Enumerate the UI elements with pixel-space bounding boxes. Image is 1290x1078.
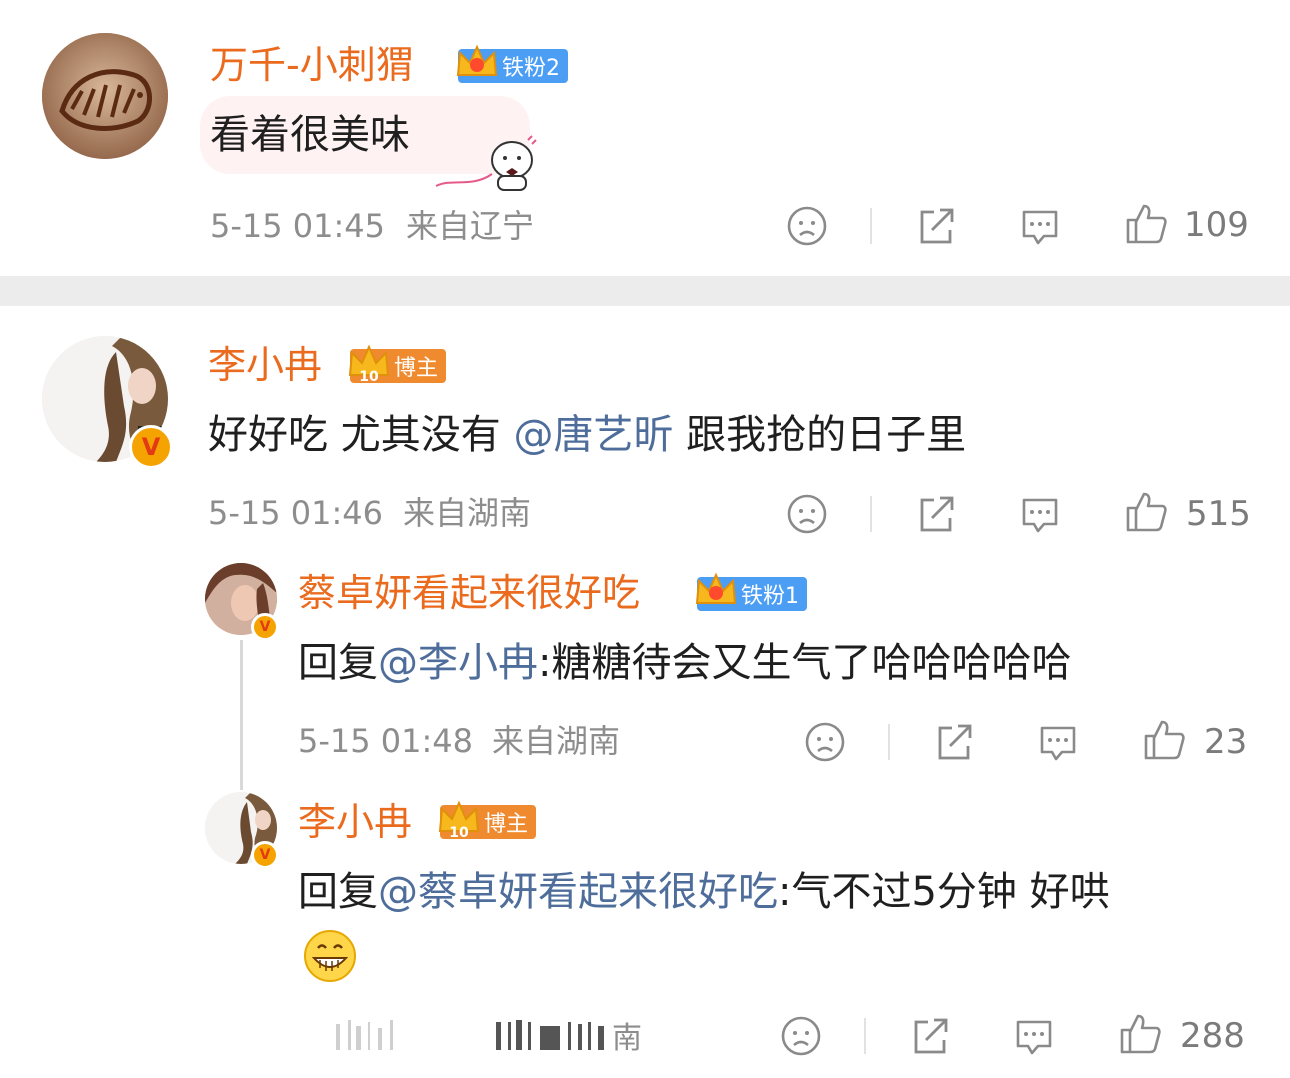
comment-text: 好好吃 尤其没有 @唐艺昕 跟我抢的日子里 xyxy=(208,415,966,455)
sad-face-icon[interactable] xyxy=(785,204,829,248)
location: 来自辽宁 xyxy=(406,207,535,245)
svg-text:10: 10 xyxy=(359,369,379,385)
sad-face-icon[interactable] xyxy=(785,492,829,536)
badge-label: 铁粉1 xyxy=(741,584,799,609)
thumbs-up-icon[interactable] xyxy=(1124,202,1168,246)
like-count: 515 xyxy=(1186,494,1251,534)
section-separator xyxy=(0,276,1290,306)
location: 来自湖南 xyxy=(403,494,532,532)
like-count: 23 xyxy=(1204,722,1248,762)
thumbs-up-icon[interactable] xyxy=(1118,1012,1162,1056)
comment-icon[interactable] xyxy=(1012,1014,1056,1058)
divider xyxy=(870,496,872,532)
thumbs-up-icon[interactable] xyxy=(1142,718,1186,762)
badge-label: 博主 xyxy=(394,356,439,381)
crown-icon xyxy=(695,572,737,604)
crown-icon: 10 xyxy=(438,800,480,841)
reply-text: 回复@李小冉:糖糖待会又生气了哈哈哈哈哈 xyxy=(298,643,1071,683)
comment-icon[interactable] xyxy=(1036,720,1080,764)
share-icon[interactable] xyxy=(932,720,976,764)
verified-badge: V xyxy=(251,613,279,641)
divider xyxy=(888,724,890,760)
reply-body: :糖糖待会又生气了哈哈哈哈哈 xyxy=(538,640,1072,686)
share-icon[interactable] xyxy=(914,204,958,248)
mention-link[interactable]: @唐艺昕 xyxy=(513,412,673,458)
crown-icon: 10 xyxy=(348,344,390,385)
fan-badge[interactable]: 铁粉1 xyxy=(695,572,807,611)
reply-body: :气不过5分钟 好哄 xyxy=(778,869,1110,915)
location: 来自湖南 xyxy=(492,722,621,760)
reply-thread-line xyxy=(240,640,243,790)
verified-badge: V xyxy=(129,425,173,469)
svg-text:南: 南 xyxy=(612,1021,642,1056)
crown-icon xyxy=(456,44,498,76)
badge-label: 铁粉2 xyxy=(502,56,560,81)
comment-text-after: 跟我抢的日子里 xyxy=(686,412,967,458)
username[interactable]: 李小冉 xyxy=(208,346,322,384)
divider xyxy=(864,1018,866,1054)
svg-text:10: 10 xyxy=(449,825,469,841)
sad-face-icon[interactable] xyxy=(779,1014,823,1058)
share-icon[interactable] xyxy=(908,1014,952,1058)
username[interactable]: 万千-小刺猬 xyxy=(210,46,414,84)
comment-text: 看着很美味 xyxy=(210,112,410,158)
comment-text-before: 好好吃 尤其没有 xyxy=(208,412,501,458)
reply-text: 回复@蔡卓妍看起来很好吃:气不过5分钟 好哄 xyxy=(298,872,1110,912)
blogger-badge[interactable]: 10 博主 xyxy=(438,800,537,841)
like-count: 288 xyxy=(1180,1016,1245,1056)
username[interactable]: 蔡卓妍看起来很好吃 xyxy=(298,574,640,612)
grin-emoji xyxy=(304,930,356,982)
username[interactable]: 李小冉 xyxy=(298,803,412,841)
avatar[interactable] xyxy=(42,33,168,159)
like-count: 109 xyxy=(1184,205,1249,245)
thumbs-up-icon[interactable] xyxy=(1124,490,1168,534)
sad-face-icon[interactable] xyxy=(803,720,847,764)
divider xyxy=(870,208,872,244)
comment-icon[interactable] xyxy=(1018,204,1062,248)
share-icon[interactable] xyxy=(914,492,958,536)
mention-link[interactable]: @李小冉 xyxy=(378,640,538,686)
badge-label: 博主 xyxy=(484,812,529,837)
verified-badge: V xyxy=(251,841,279,869)
fan-badge[interactable]: 铁粉2 xyxy=(456,44,568,83)
barcode-watermark-icon: 南 xyxy=(296,1012,656,1060)
bear-sticker-icon xyxy=(435,135,537,191)
timestamp: 5-15 01:45 xyxy=(210,207,386,245)
timestamp: 5-15 01:48 xyxy=(298,722,474,760)
blogger-badge[interactable]: 10 博主 xyxy=(348,344,447,385)
reply-prefix: 回复 xyxy=(298,640,378,686)
mention-link[interactable]: @蔡卓妍看起来很好吃 xyxy=(378,869,778,915)
timestamp: 5-15 01:46 xyxy=(208,494,384,532)
reply-prefix: 回复 xyxy=(298,869,378,915)
hedgehog-drawing-icon xyxy=(42,33,168,159)
comment-icon[interactable] xyxy=(1018,492,1062,536)
